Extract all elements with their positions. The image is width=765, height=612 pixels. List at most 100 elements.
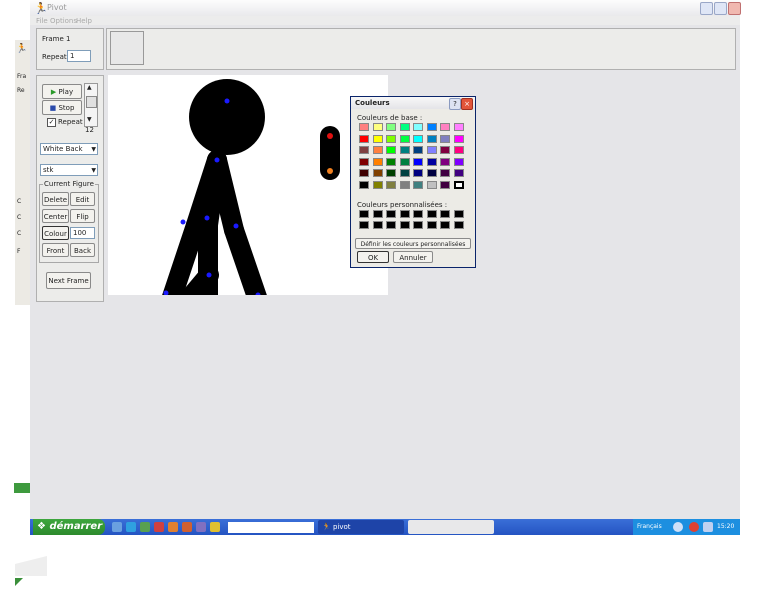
repeat-frame-input[interactable]: 1: [67, 50, 91, 62]
security-icon[interactable]: [689, 522, 699, 532]
maximize-button[interactable]: [714, 2, 727, 15]
traffic-light-figure[interactable]: [319, 125, 343, 185]
colour-swatch[interactable]: [440, 123, 450, 131]
colour-swatch[interactable]: [399, 157, 410, 166]
custom-colour-swatch[interactable]: [359, 210, 369, 218]
colour-swatch[interactable]: [372, 134, 383, 143]
colour-swatch[interactable]: [426, 157, 437, 166]
custom-colour-swatch[interactable]: [440, 210, 450, 218]
colour-swatch[interactable]: [453, 134, 464, 143]
custom-colour-swatch[interactable]: [372, 221, 383, 229]
custom-colour-swatch[interactable]: [426, 210, 437, 218]
custom-colour-swatch[interactable]: [413, 221, 423, 229]
stop-button[interactable]: ■ Stop: [42, 100, 82, 115]
colour-swatch[interactable]: [386, 157, 396, 166]
speed-slider[interactable]: ▲ ▼: [84, 83, 98, 127]
language-indicator[interactable]: Français: [637, 523, 662, 530]
custom-colour-swatch[interactable]: [372, 210, 383, 218]
colour-swatch[interactable]: [359, 157, 369, 166]
menu-options[interactable]: Options: [50, 17, 77, 25]
colour-swatch[interactable]: [386, 180, 396, 189]
slider-thumb[interactable]: [86, 96, 97, 108]
back-button[interactable]: Back: [70, 243, 95, 257]
colour-swatch[interactable]: [426, 123, 437, 131]
edit-button[interactable]: Edit: [70, 192, 95, 206]
custom-colour-swatch[interactable]: [386, 221, 396, 229]
colour-swatch[interactable]: [440, 169, 450, 177]
dialog-close-button[interactable]: ×: [461, 98, 473, 110]
delete-button[interactable]: Delete: [42, 192, 69, 206]
define-custom-colours-button[interactable]: Définir les couleurs personnalisées >>: [355, 238, 471, 259]
play-button[interactable]: ▶ Play: [42, 84, 82, 99]
cancel-button[interactable]: Annuler: [393, 251, 433, 263]
custom-colour-swatch[interactable]: [359, 221, 369, 229]
repeat-checkbox[interactable]: ✓: [47, 118, 56, 127]
custom-colour-swatch[interactable]: [440, 221, 450, 229]
media-icon[interactable]: [154, 522, 164, 532]
colour-swatch[interactable]: [440, 134, 450, 143]
custom-colour-swatch[interactable]: [453, 221, 464, 229]
colour-swatch[interactable]: [453, 146, 464, 154]
taskbar-task-pivot[interactable]: 🏃 pivot: [318, 520, 404, 534]
colour-swatch[interactable]: [399, 123, 410, 131]
colour-swatch[interactable]: [399, 146, 410, 154]
skype-icon[interactable]: [126, 522, 136, 532]
browser-icon[interactable]: [112, 522, 122, 532]
colour-swatch[interactable]: [372, 157, 383, 166]
colour-swatch[interactable]: [413, 180, 423, 189]
custom-colour-swatch[interactable]: [399, 210, 410, 218]
opacity-input[interactable]: 100: [70, 227, 95, 239]
figure-select[interactable]: stk ▼: [40, 164, 98, 176]
colour-swatch[interactable]: [426, 169, 437, 177]
colour-swatch[interactable]: [386, 146, 396, 154]
firefox-icon[interactable]: [182, 522, 192, 532]
colour-swatch[interactable]: [453, 169, 464, 177]
colour-swatch[interactable]: [426, 146, 437, 154]
messenger-icon[interactable]: [140, 522, 150, 532]
colour-swatch[interactable]: [440, 180, 450, 189]
custom-colour-swatch[interactable]: [413, 210, 423, 218]
colour-swatch[interactable]: [453, 157, 464, 166]
start-button[interactable]: ❖ démarrer: [33, 519, 105, 535]
colour-button[interactable]: Colour: [42, 226, 69, 240]
next-frame-button[interactable]: Next Frame: [46, 272, 91, 289]
stick-figure[interactable]: [108, 75, 388, 295]
colour-swatch[interactable]: [359, 169, 369, 177]
close-button[interactable]: [728, 2, 741, 15]
colour-swatch[interactable]: [440, 157, 450, 166]
colour-swatch[interactable]: [399, 134, 410, 143]
minimize-button[interactable]: [700, 2, 713, 15]
colour-swatch[interactable]: [413, 134, 423, 143]
colour-swatch[interactable]: [399, 180, 410, 189]
colour-swatch[interactable]: [399, 169, 410, 177]
help-button[interactable]: ?: [449, 98, 461, 110]
colour-swatch[interactable]: [440, 146, 450, 154]
colour-swatch[interactable]: [413, 146, 423, 154]
custom-colour-swatch[interactable]: [386, 210, 396, 218]
settings-icon[interactable]: [196, 522, 206, 532]
smiley-icon[interactable]: [210, 522, 220, 532]
colour-swatch[interactable]: [453, 123, 464, 131]
colour-swatch[interactable]: [359, 146, 369, 154]
custom-colour-swatch[interactable]: [399, 221, 410, 229]
animation-canvas[interactable]: [108, 75, 388, 295]
colour-swatch[interactable]: [426, 134, 437, 143]
colour-swatch[interactable]: [372, 146, 383, 154]
colour-swatch[interactable]: [413, 123, 423, 131]
colour-swatch[interactable]: [426, 180, 437, 189]
frame-thumbnail[interactable]: [110, 31, 144, 65]
taskbar-task-blank[interactable]: [408, 520, 494, 534]
colour-swatch[interactable]: [359, 180, 369, 189]
colour-swatch[interactable]: [386, 123, 396, 131]
network-icon[interactable]: [673, 522, 683, 532]
custom-colour-swatch[interactable]: [453, 210, 464, 218]
colour-swatch[interactable]: [372, 180, 383, 189]
volume-icon[interactable]: [703, 522, 713, 532]
colour-swatch[interactable]: [386, 169, 396, 177]
colour-swatch[interactable]: [413, 157, 423, 166]
chat-icon[interactable]: [168, 522, 178, 532]
background-select[interactable]: White Back ▼: [40, 143, 98, 155]
menu-help[interactable]: Help: [76, 17, 92, 25]
colour-swatch[interactable]: [413, 169, 423, 177]
colour-swatch[interactable]: [386, 134, 396, 143]
